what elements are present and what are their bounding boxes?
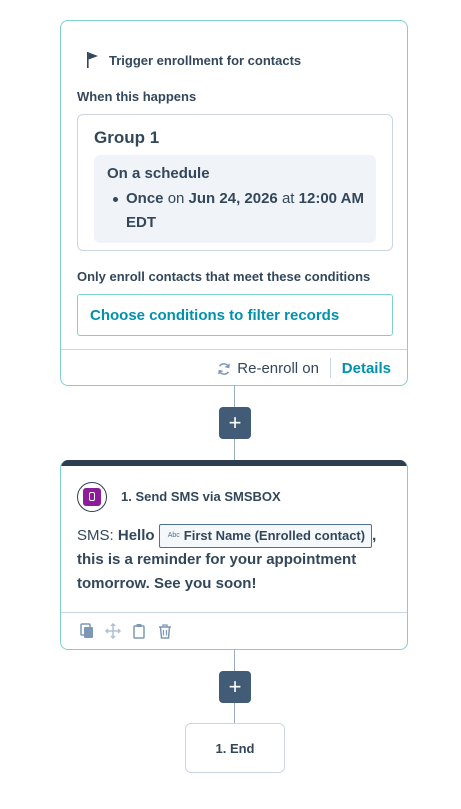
group-title: Group 1 <box>94 128 160 147</box>
footer-divider <box>330 358 331 378</box>
schedule-title: On a schedule <box>107 165 210 182</box>
schedule-on-text: on <box>167 190 185 207</box>
text-type-icon: Abc <box>167 532 180 540</box>
sms-hello: Hello <box>117 527 155 544</box>
sms-action-card[interactable]: 1. Send SMS via SMSBOX SMS: Hello Abc Fir… <box>60 460 408 650</box>
schedule-frequency: Once <box>126 190 164 207</box>
add-step-button[interactable]: + <box>219 407 251 439</box>
trigger-header: Trigger enrollment for contacts <box>85 51 301 69</box>
move-icon[interactable] <box>105 623 121 639</box>
token-label: First Name (Enrolled contact) <box>183 528 366 544</box>
add-step-button[interactable]: + <box>219 671 251 703</box>
schedule-date: Jun 24, 2026 <box>188 190 278 207</box>
copy-icon[interactable] <box>79 623 95 639</box>
personalization-token[interactable]: Abc First Name (Enrolled contact) <box>158 524 373 549</box>
clipboard-icon[interactable] <box>131 623 147 639</box>
reenroll-label: Re-enroll on <box>237 360 319 377</box>
trigger-footer: Re-enroll on Details <box>61 349 407 385</box>
group-box[interactable]: Group 1 On a schedule Once on Jun 24, 20… <box>77 114 393 251</box>
smsbox-app-icon <box>77 482 107 512</box>
details-link[interactable]: Details <box>342 360 391 377</box>
choose-conditions-button[interactable]: Choose conditions to filter records <box>77 294 393 336</box>
action-topbar <box>61 460 407 466</box>
action-title: 1. Send SMS via SMSBOX <box>121 489 281 504</box>
schedule-box[interactable]: On a schedule Once on Jun 24, 2026 at 12… <box>94 155 376 243</box>
sms-comma: , <box>372 527 377 544</box>
trash-icon[interactable] <box>157 623 173 639</box>
refresh-icon <box>218 362 231 375</box>
sms-prefix: SMS: <box>77 527 114 544</box>
sms-rest: this is a reminder for your appointment … <box>77 551 357 593</box>
trigger-card[interactable]: Trigger enrollment for contacts When thi… <box>60 20 408 386</box>
sms-message: SMS: Hello Abc First Name (Enrolled conta… <box>77 524 377 596</box>
end-node[interactable]: 1. End <box>185 723 285 773</box>
reenroll-toggle[interactable]: Re-enroll on <box>217 360 319 377</box>
action-footer <box>61 612 407 649</box>
only-enroll-label: Only enroll contacts that meet these con… <box>77 269 371 284</box>
schedule-detail: Once on Jun 24, 2026 at 12:00 AM EDT <box>113 187 366 235</box>
flag-icon <box>87 52 98 68</box>
when-this-happens-label: When this happens <box>77 89 197 104</box>
schedule-at-text: at <box>281 190 295 207</box>
trigger-title: Trigger enrollment for contacts <box>109 52 302 68</box>
